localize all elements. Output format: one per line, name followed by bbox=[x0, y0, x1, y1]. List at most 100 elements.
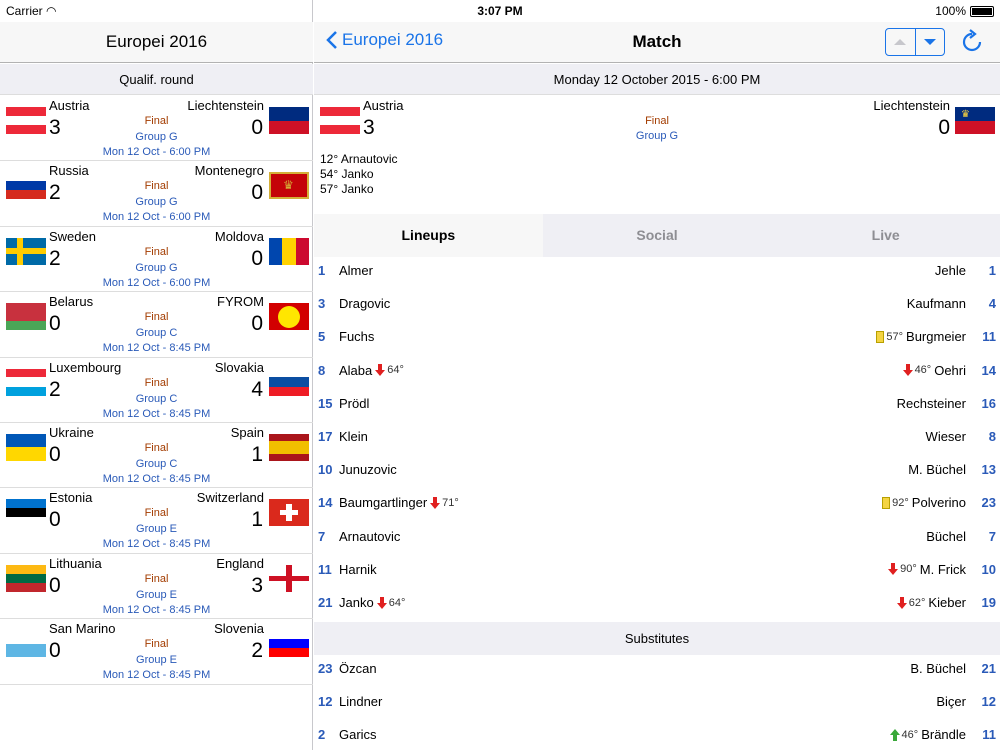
player-name: B. Büchel bbox=[910, 661, 966, 676]
lineup-row: 10 Junuzovic M. Büchel 13 bbox=[314, 453, 1000, 486]
flag-slovenia-icon bbox=[269, 630, 309, 658]
shirt-number: 11 bbox=[318, 561, 332, 577]
event: 57° bbox=[876, 330, 903, 343]
shirt-number: 14 bbox=[318, 495, 333, 511]
match-row[interactable]: Belarus 0 Final Group C Mon 12 Oct - 8:45 PM… bbox=[0, 292, 313, 358]
flag-montenegro-icon: ♛ bbox=[269, 172, 309, 200]
shirt-number: 5 bbox=[318, 329, 326, 345]
match-row[interactable]: Ukraine 0 Final Group C Mon 12 Oct - 8:45 PM… bbox=[0, 423, 313, 489]
match-datetime: Mon 12 Oct - 8:45 PM bbox=[102, 407, 211, 420]
match-header: Austria 3 Final Group G Liechtenstein 0 … bbox=[314, 96, 1000, 214]
player-name: Dragovic bbox=[339, 296, 391, 312]
away-team: Liechtenstein bbox=[873, 98, 950, 113]
player-name: Harnik bbox=[339, 561, 377, 577]
flag-slovakia-icon bbox=[269, 368, 309, 396]
player-name: Biçer bbox=[936, 694, 966, 710]
event: 92° bbox=[882, 496, 909, 509]
away-team: Liechtenstein bbox=[187, 98, 264, 113]
match-row[interactable]: Luxembourg 2 Final Group C Mon 12 Oct - 8:45… bbox=[0, 358, 313, 423]
event: 64° bbox=[375, 364, 404, 377]
goal-item: 54° Janko bbox=[320, 167, 374, 181]
detail-nav-bar: Europei 2016 Match bbox=[314, 22, 1000, 63]
player-name: Wieser bbox=[925, 429, 966, 444]
player-name: Klein bbox=[339, 429, 368, 444]
match-status: Final bbox=[144, 441, 169, 454]
away-team: Slovenia bbox=[214, 621, 264, 637]
away-team: Slovakia bbox=[214, 359, 264, 375]
home-team: Austria bbox=[49, 98, 90, 113]
match-row[interactable]: Lithuania 0 Final Group E Mon 12 Oct - 8:45 … bbox=[0, 554, 313, 620]
away-score: 1 bbox=[251, 508, 263, 532]
away-score: 0 bbox=[251, 246, 263, 270]
detail-tabs: Lineups Social Live bbox=[314, 214, 1000, 257]
shirt-number: 2 bbox=[318, 727, 326, 743]
player-name: Almer bbox=[339, 263, 373, 278]
prev-next-control[interactable] bbox=[885, 28, 945, 56]
shirt-number: 21 bbox=[981, 661, 996, 676]
shirt-number: 15 bbox=[318, 395, 333, 411]
lineup-row: 12 Lindner Biçer 12 bbox=[314, 685, 1000, 718]
player-name: Lindner bbox=[339, 694, 383, 710]
shirt-number: 10 bbox=[981, 561, 996, 577]
match-status: Final bbox=[144, 572, 169, 585]
shirt-number: 14 bbox=[981, 362, 996, 378]
match-datetime: Mon 12 Oct - 6:00 PM bbox=[102, 211, 211, 224]
match-row[interactable]: Estonia 0 Final Group E Mon 12 Oct - 8:45 PM… bbox=[0, 488, 313, 554]
flag-moldova-icon bbox=[269, 237, 309, 265]
back-label: Europei 2016 bbox=[342, 30, 444, 49]
away-score: 0 bbox=[251, 312, 263, 336]
substitution-out-icon bbox=[430, 496, 441, 509]
player-name: Brändle bbox=[921, 727, 966, 743]
home-team: Ukraine bbox=[49, 424, 94, 440]
home-team: Lithuania bbox=[49, 555, 102, 571]
previous-match-button[interactable] bbox=[886, 29, 916, 55]
next-match-button[interactable] bbox=[916, 29, 945, 55]
match-group: Group E bbox=[136, 654, 177, 667]
back-button[interactable]: Europei 2016 bbox=[326, 30, 443, 50]
player-name: M. Frick bbox=[919, 561, 966, 577]
triangle-up-icon bbox=[894, 39, 907, 45]
shirt-number: 3 bbox=[318, 296, 326, 312]
match-row[interactable]: Sweden 2 Final Group G Mon 12 Oct - 6:00 PM M… bbox=[0, 227, 313, 293]
match-group: Group E bbox=[136, 588, 177, 601]
event-minute: 46° bbox=[914, 364, 932, 377]
tab-live[interactable]: Live bbox=[771, 214, 1000, 257]
tab-lineups[interactable]: Lineups bbox=[314, 214, 543, 257]
match-row[interactable]: Russia 2 Final Group G Mon 12 Oct - 6:00 PM M… bbox=[0, 161, 313, 227]
match-detail-panel: Europei 2016 Match Monday 12 October 201… bbox=[314, 0, 1000, 750]
event-minute: 71° bbox=[442, 496, 459, 509]
yellow-card-icon bbox=[882, 496, 891, 509]
event-minute: 64° bbox=[388, 596, 406, 609]
shirt-number: 8 bbox=[988, 429, 996, 444]
player-name: Oehri bbox=[934, 362, 966, 378]
flag-england-icon bbox=[269, 564, 309, 592]
match-row[interactable]: Austria 3 Final Group G Mon 12 Oct - 6:00 PM… bbox=[0, 96, 313, 162]
shirt-number: 16 bbox=[981, 395, 996, 411]
player-name: Prödl bbox=[339, 395, 370, 411]
match-group: Group G bbox=[135, 261, 178, 274]
shirt-number: 13 bbox=[981, 462, 996, 478]
event: 62° bbox=[896, 596, 925, 609]
event: 64° bbox=[376, 596, 406, 609]
tab-social[interactable]: Social bbox=[543, 214, 772, 257]
match-row[interactable]: San Marino 0 Final Group E Mon 12 Oct - 8:45… bbox=[0, 619, 313, 685]
refresh-icon[interactable] bbox=[959, 29, 985, 55]
match-group: Group G bbox=[635, 130, 679, 142]
player-name: Burgmeier bbox=[906, 329, 966, 345]
player-name: Janko bbox=[339, 595, 374, 610]
player-name: Rechsteiner bbox=[896, 395, 966, 411]
lineup-row: 11 Harnik 90° M. Frick 10 bbox=[314, 553, 1000, 586]
lineup-row: 21 Janko 64° 62° Kieber 19 bbox=[314, 586, 1000, 619]
match-status: Final bbox=[144, 507, 169, 520]
flag-fyrom-icon bbox=[269, 303, 309, 331]
match-date: Monday 12 October 2015 - 6:00 PM bbox=[314, 64, 1000, 95]
chevron-left-icon bbox=[326, 31, 337, 49]
lineup-row: 5 Fuchs 57° Burgmeier 11 bbox=[314, 320, 1000, 353]
match-datetime: Mon 12 Oct - 8:45 PM bbox=[102, 603, 211, 616]
player-name: Arnautovic bbox=[339, 528, 401, 544]
event-minute: 90° bbox=[900, 563, 917, 576]
away-team: England bbox=[216, 555, 264, 571]
home-team: Estonia bbox=[49, 490, 93, 506]
match-status: Final bbox=[144, 376, 169, 389]
lineup-row: 14 Baumgartlinger 71° 92° Polverino 23 bbox=[314, 486, 1000, 519]
